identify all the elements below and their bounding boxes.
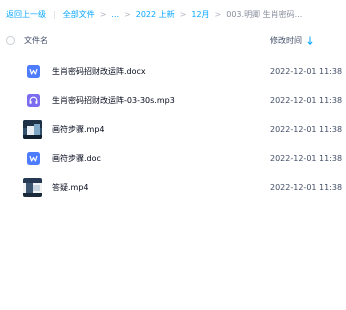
file-row[interactable]: 生肖密码招财改运阵-03-30s.mp3 2022-12-01 11:38 [0, 86, 346, 115]
audio-file-icon [24, 92, 42, 110]
breadcrumb-item-ellipsis[interactable]: ... [111, 8, 119, 22]
file-name[interactable]: 生肖密码招财改运阵.docx [52, 66, 146, 77]
breadcrumb: 返回上一级 | 全部文件 > ... > 2022 上新 > 12月 > 003… [6, 8, 342, 22]
file-name[interactable]: 答疑.mp4 [52, 182, 89, 193]
video-thumbnail [23, 178, 42, 197]
file-name[interactable]: 生肖密码招财改运阵-03-30s.mp3 [52, 95, 175, 106]
column-header-name[interactable]: 文件名 [24, 35, 48, 46]
sort-descending-icon[interactable] [307, 36, 313, 45]
file-row[interactable]: 答疑.mp4 2022-12-01 11:38 [0, 173, 346, 202]
breadcrumb-current: 003.明卿 生肖密码... [226, 10, 303, 19]
file-row[interactable]: 画符步骤.doc 2022-12-01 11:38 [0, 144, 346, 173]
file-row[interactable]: 生肖密码招财改运阵.docx 2022-12-01 11:38 [0, 57, 346, 86]
video-thumbnail [23, 120, 42, 139]
file-modified-time: 2022-12-01 11:38 [270, 125, 343, 134]
column-header-modified-label: 修改时间 [270, 35, 302, 45]
column-header-modified[interactable]: 修改时间 [270, 35, 313, 46]
file-modified-time: 2022-12-01 11:38 [270, 96, 343, 105]
chevron-right-icon: > [99, 10, 107, 19]
chevron-right-icon: > [124, 10, 131, 19]
file-modified-time: 2022-12-01 11:38 [270, 154, 343, 163]
file-list-header: 文件名 修改时间 [0, 27, 346, 53]
breadcrumb-item-all-files[interactable]: 全部文件 [63, 8, 95, 22]
word-doc-icon [24, 63, 42, 81]
word-doc-icon [24, 150, 42, 168]
breadcrumb-item-december[interactable]: 12月 [191, 8, 209, 22]
select-all-checkbox[interactable] [6, 35, 15, 45]
file-name[interactable]: 画符步骤.doc [52, 153, 101, 164]
breadcrumb-item-2022[interactable]: 2022 上新 [136, 8, 175, 22]
chevron-right-icon: > [179, 10, 187, 19]
file-modified-time: 2022-12-01 11:38 [270, 183, 343, 192]
file-list: 生肖密码招财改运阵.docx 2022-12-01 11:38 生肖密码招财改运… [0, 57, 346, 202]
file-row[interactable]: 画符步骤.mp4 2022-12-01 11:38 [0, 115, 346, 144]
chevron-right-icon: > [214, 10, 222, 19]
back-link[interactable]: 返回上一级 [6, 8, 46, 22]
file-name[interactable]: 画符步骤.mp4 [52, 124, 105, 135]
file-modified-time: 2022-12-01 11:38 [270, 67, 343, 76]
breadcrumb-divider: | [53, 10, 56, 19]
